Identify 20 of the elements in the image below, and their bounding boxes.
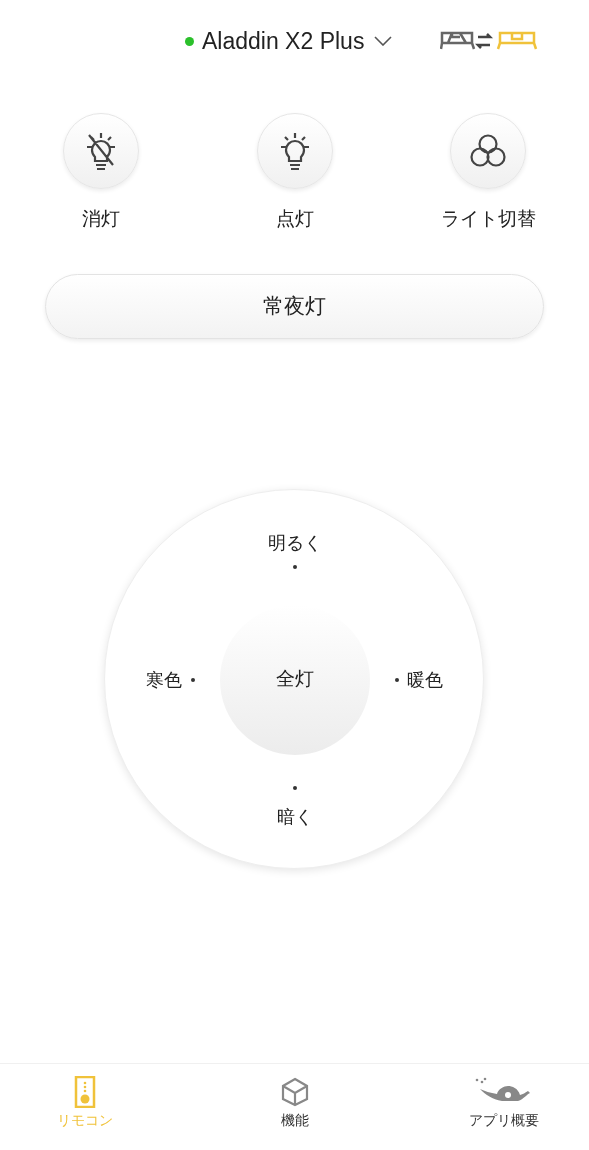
device-name[interactable]: Aladdin X2 Plus [202,29,365,53]
chevron-down-icon[interactable] [374,36,393,46]
tab[interactable]: アプリ概要 [449,1076,559,1131]
action-label: 点灯 [275,207,314,231]
dot-mark [191,677,195,682]
action-label: 消灯 [82,207,120,231]
dimmer-button[interactable]: 暗く [245,803,345,831]
night-light-button[interactable]: 常夜灯 [45,273,544,339]
light-off-icon [84,131,118,171]
dot-mark [293,564,297,569]
dot-mark [293,785,297,790]
tab[interactable]: 機能 [239,1076,350,1131]
remote-icon [74,1076,96,1108]
three-circles-icon [468,133,508,169]
warm-color-button[interactable]: 暖色 [402,666,447,694]
cool-color-button[interactable]: 寒色 [141,666,186,694]
cube-icon [279,1077,310,1107]
dot-mark [395,677,399,682]
action-label: ライト切替 [440,207,536,231]
brighter-button[interactable]: 明るく [245,529,345,557]
